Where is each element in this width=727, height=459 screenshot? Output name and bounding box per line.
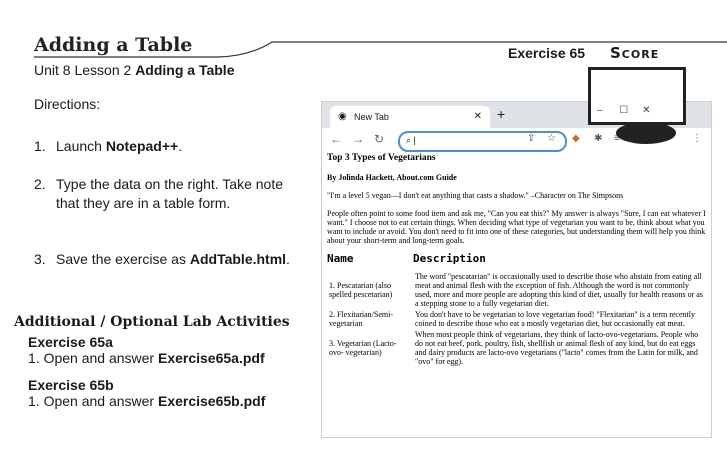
address-bar[interactable]: ⌕ | bbox=[398, 131, 567, 152]
exercise-65a-title: Exercise 65a bbox=[28, 334, 113, 350]
close-icon: ✕ bbox=[642, 105, 651, 116]
column-header: Name bbox=[327, 252, 354, 265]
chrome-icon: ◉ bbox=[338, 111, 347, 122]
step-number: 3. bbox=[34, 251, 46, 267]
monitor-stand bbox=[616, 122, 676, 144]
table-cell-desc: The word "pescatarian" is occasionally u… bbox=[415, 272, 703, 308]
column-header: Description bbox=[413, 252, 486, 265]
table-row: 3. Vegetarian (Lacto-ovo- vegetarian) Wh… bbox=[327, 329, 707, 367]
close-tab-icon[interactable]: ✕ bbox=[474, 111, 482, 122]
subtitle-prefix: Unit 8 Lesson 2 bbox=[34, 62, 132, 78]
table-header-row: Name Description bbox=[327, 252, 707, 271]
table-cell-name: 1. Pescatarian (also spelled pescetarian… bbox=[329, 281, 393, 299]
item-number: 1. bbox=[28, 393, 40, 409]
step-text: Type the data on the right. Take note th… bbox=[56, 176, 284, 211]
step-bold: Notepad++ bbox=[105, 138, 179, 154]
step-1: 1. Launch Notepad++. bbox=[34, 137, 294, 156]
kebab-menu-icon[interactable]: ⋮ bbox=[692, 133, 702, 144]
window-controls-icon: – ☐ ✕ bbox=[597, 105, 677, 116]
browser-tab[interactable]: ◉ New Tab ✕ bbox=[330, 106, 490, 128]
new-tab-icon[interactable]: + bbox=[497, 106, 505, 122]
exercise-65a-item: 1. Open and answer Exercise65a.pdf bbox=[28, 350, 265, 366]
additional-heading: Additional / Optional Lab Activities bbox=[14, 314, 290, 330]
back-icon[interactable]: ← bbox=[330, 132, 342, 146]
browser-window: ◉ New Tab ✕ + ← → ↻ ⌕ | ⇪ ☆ ◆ ✱ ≡ ⋮ Top … bbox=[321, 101, 712, 438]
step-bold: AddTable.html bbox=[189, 251, 287, 267]
page-content: Top 3 Types of Vegetarians By Jolinda Ha… bbox=[327, 153, 707, 367]
score-label: Score bbox=[610, 44, 660, 62]
step-text: Launch bbox=[56, 138, 106, 154]
bookmark-star-icon[interactable]: ☆ bbox=[547, 133, 556, 144]
table-cell-name: 3. Vegetarian (Lacto-ovo- vegetarian) bbox=[329, 339, 397, 357]
puzzle-icon[interactable]: ✱ bbox=[594, 133, 602, 144]
item-text: Open and answer bbox=[43, 350, 158, 366]
subtitle: Unit 8 Lesson 2 Adding a Table bbox=[34, 62, 235, 78]
table-cell-name: 2. Flexitarian/Semi-vegetarian bbox=[329, 310, 393, 328]
item-file: Exercise65a.pdf bbox=[157, 350, 265, 366]
article-byline: By Jolinda Hackett, About.com Guide bbox=[327, 173, 457, 182]
table-row: 2. Flexitarian/Semi-vegetarian You don't… bbox=[327, 309, 707, 329]
exercise-label: Exercise 65 bbox=[508, 45, 586, 61]
forward-icon[interactable]: → bbox=[352, 132, 364, 146]
step-number: 2. bbox=[34, 176, 46, 192]
vegetarian-table: Name Description 1. Pescatarian (also sp… bbox=[327, 252, 707, 367]
step-3: 3. Save the exercise as AddTable.html. bbox=[34, 250, 294, 269]
article-quote: "I'm a level 5 vegan—I don't eat anythin… bbox=[327, 191, 624, 200]
item-file: Exercise65b.pdf bbox=[157, 393, 266, 409]
step-2: 2. Type the data on the right. Take note … bbox=[34, 175, 294, 213]
exercise-65b-title: Exercise 65b bbox=[28, 377, 114, 393]
search-icon: ⌕ | bbox=[406, 135, 416, 145]
table-cell-desc: When most people think of vegetarians, t… bbox=[415, 330, 699, 366]
fox-extension-icon[interactable]: ◆ bbox=[572, 133, 580, 144]
step-suffix: . bbox=[286, 251, 290, 267]
reload-icon[interactable]: ↻ bbox=[374, 132, 384, 146]
share-icon[interactable]: ⇪ bbox=[527, 133, 535, 144]
article-heading: Top 3 Types of Vegetarians bbox=[327, 153, 436, 163]
step-number: 1. bbox=[34, 138, 46, 154]
subtitle-bold: Adding a Table bbox=[135, 62, 235, 78]
exercise-65b-item: 1. Open and answer Exercise65b.pdf bbox=[28, 393, 265, 409]
article-paragraph: People often point to some food item and… bbox=[327, 209, 706, 245]
monitor-icon: – ☐ ✕ bbox=[588, 67, 686, 125]
step-text: Save the exercise as bbox=[56, 251, 190, 267]
maximize-icon: ☐ bbox=[619, 105, 629, 116]
item-number: 1. bbox=[28, 350, 40, 366]
directions-label: Directions: bbox=[34, 96, 101, 112]
tab-title: New Tab bbox=[354, 112, 389, 122]
step-suffix: . bbox=[178, 138, 183, 154]
minimize-icon: – bbox=[597, 105, 603, 116]
table-row: 1. Pescatarian (also spelled pescetarian… bbox=[327, 271, 707, 309]
table-cell-desc: You don't have to be vegetarian to love … bbox=[415, 310, 695, 328]
item-text: Open and answer bbox=[43, 393, 158, 409]
